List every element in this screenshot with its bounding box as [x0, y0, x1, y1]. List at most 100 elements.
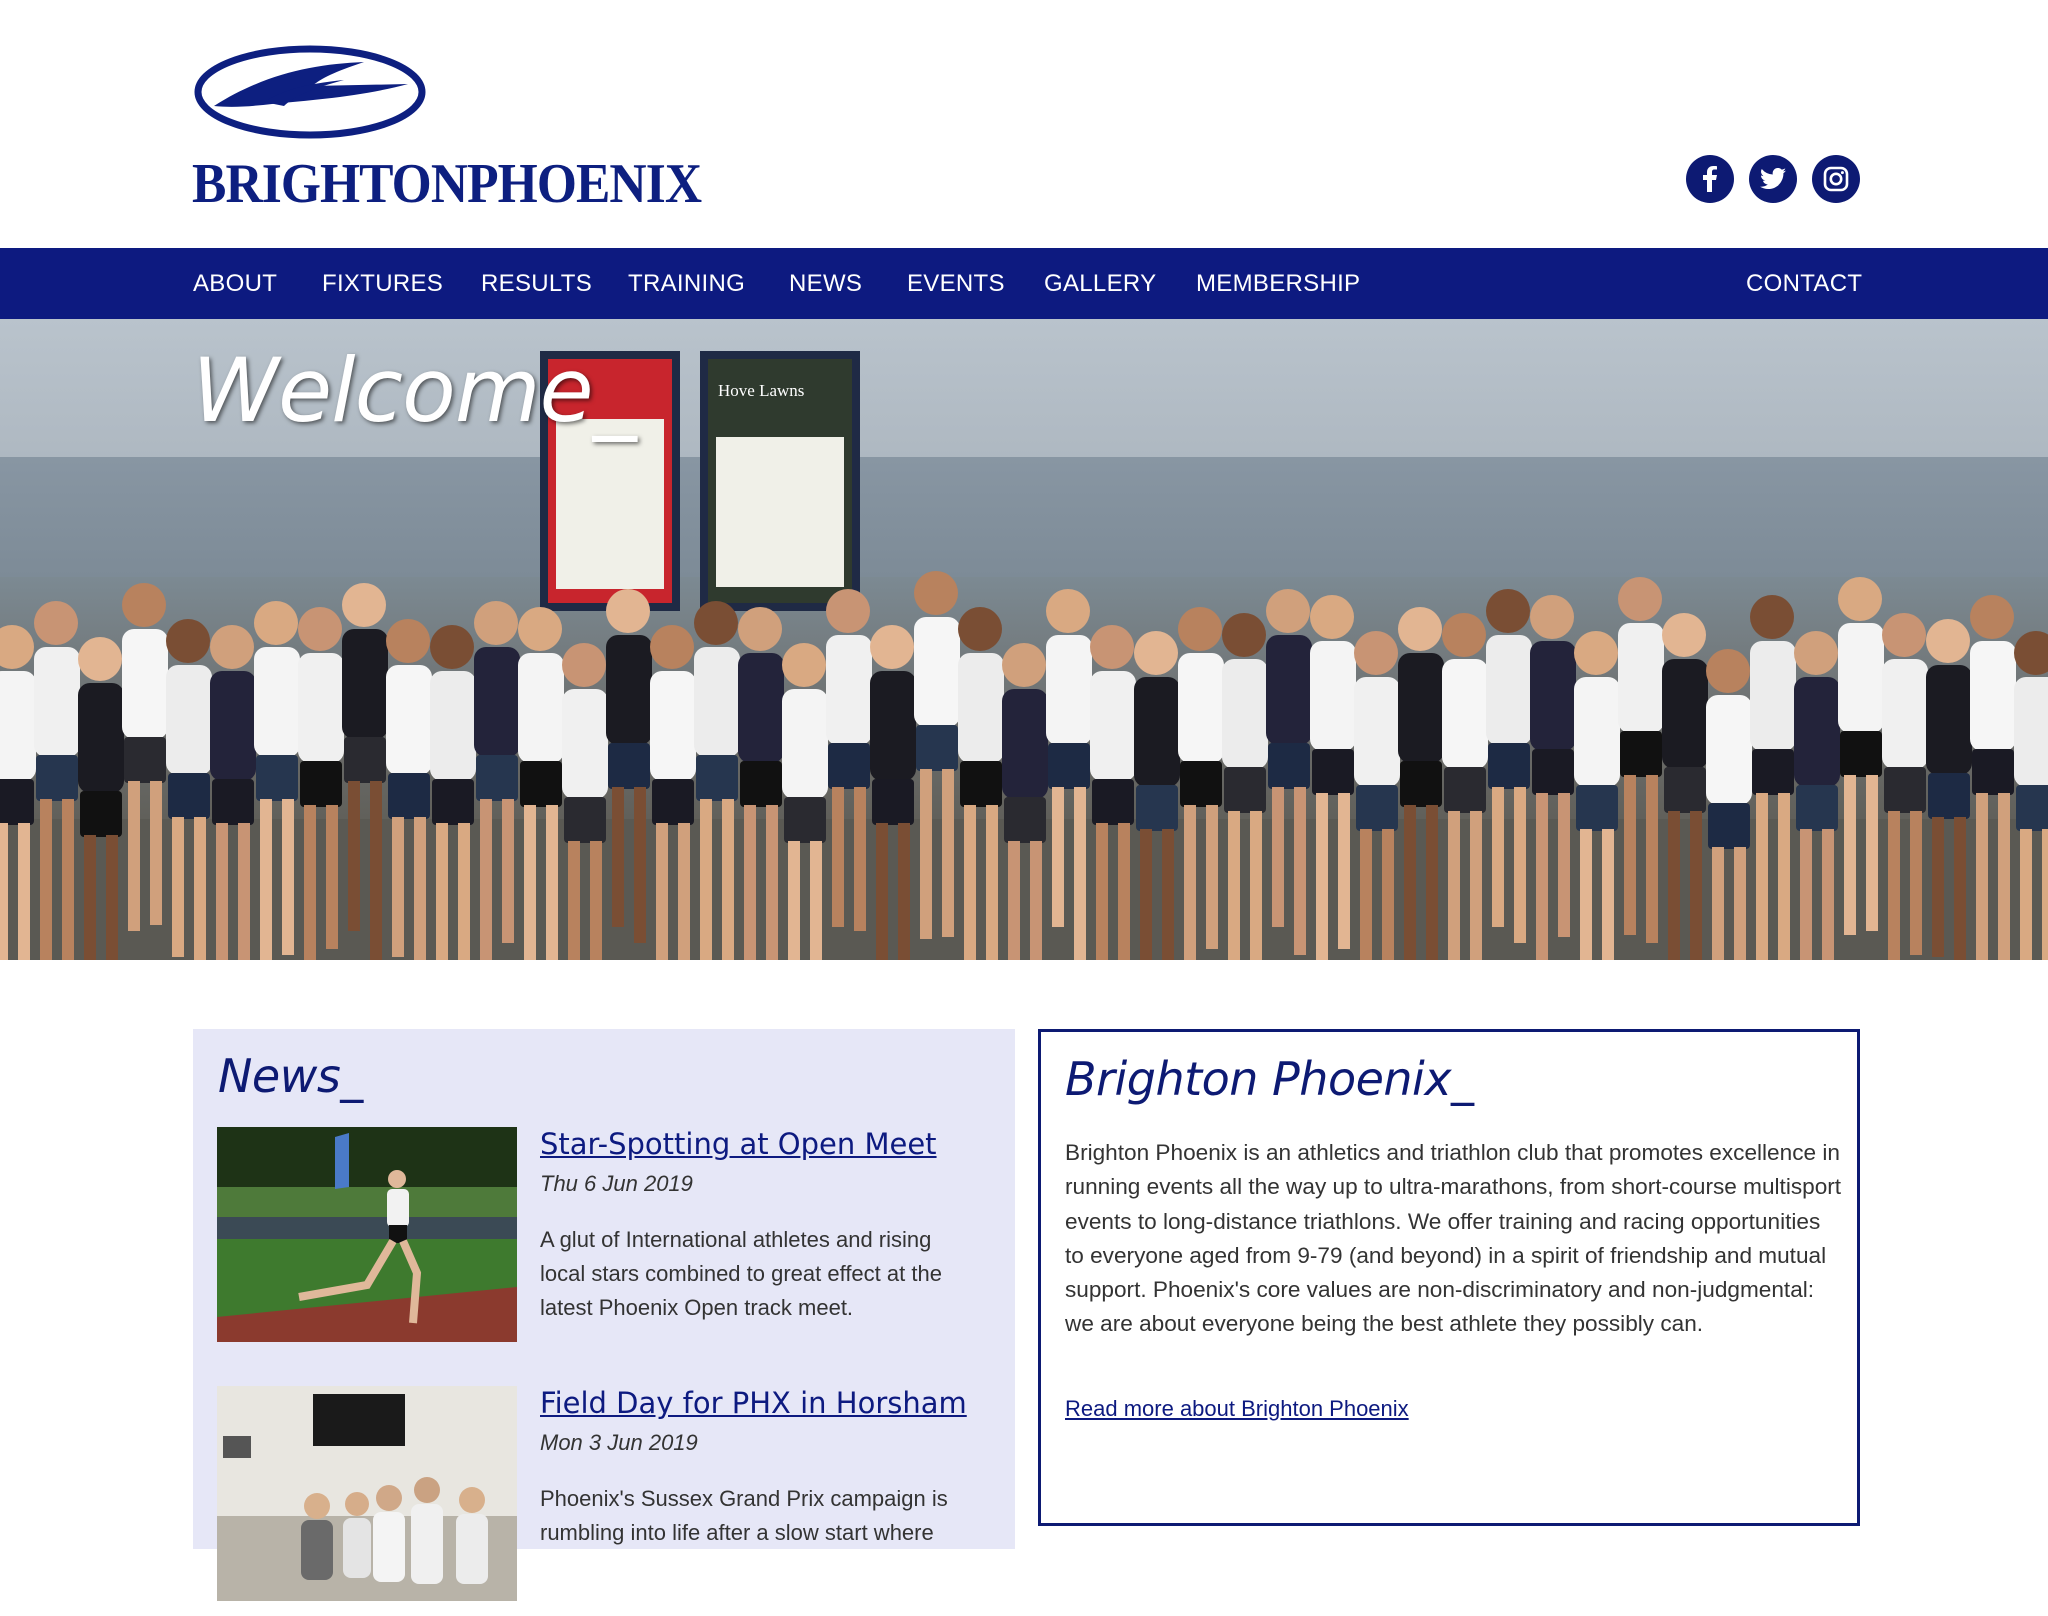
- nav-item-events[interactable]: EVENTS: [907, 248, 1005, 319]
- runner-figure: [1646, 775, 1658, 943]
- runner-figure: [1448, 811, 1460, 960]
- news-item: Star-Spotting at Open Meet Thu 6 Jun 201…: [217, 1127, 997, 1357]
- runner-figure: [106, 835, 118, 960]
- runner-figure: [1266, 635, 1312, 745]
- runner-figure: [166, 665, 212, 775]
- facebook-icon[interactable]: [1686, 155, 1734, 203]
- runner-figure: [480, 799, 492, 960]
- runner-figure: [1178, 607, 1222, 651]
- runner-figure: [342, 629, 388, 739]
- runner-figure: [212, 779, 254, 825]
- runner-figure: [1046, 635, 1092, 745]
- runner-figure: [634, 787, 646, 943]
- runner-figure: [304, 805, 316, 960]
- runner-figure: [898, 823, 910, 960]
- nav-item-results[interactable]: RESULTS: [481, 248, 592, 319]
- runner-figure: [386, 665, 432, 775]
- news-thumbnail-group[interactable]: [217, 1386, 517, 1601]
- runner-figure: [172, 817, 184, 957]
- runner-figure: [590, 841, 602, 960]
- runner-figure: [1442, 613, 1486, 657]
- runner-figure: [1206, 805, 1218, 949]
- runner-figure: [1404, 805, 1416, 960]
- runner-figure: [1558, 793, 1570, 937]
- runner-figure: [1074, 787, 1086, 960]
- runner-figure: [826, 635, 872, 745]
- news-heading: News_: [218, 1049, 363, 1103]
- runner-figure: [738, 607, 782, 651]
- runner-figure: [782, 689, 828, 799]
- runner-figure: [1136, 785, 1178, 831]
- runner-figure: [1272, 787, 1284, 927]
- news-panel: News_ Star-Spotting at Open Meet Thu 6 J…: [193, 1029, 1015, 1601]
- runner-figure: [1398, 607, 1442, 651]
- nav-item-membership[interactable]: MEMBERSHIP: [1196, 248, 1360, 319]
- runner-figure: [1662, 613, 1706, 657]
- nav-item-contact[interactable]: CONTACT: [1746, 248, 1862, 319]
- runner-figure: [810, 841, 822, 960]
- runner-figure: [1008, 841, 1020, 960]
- runner-figure: [832, 787, 844, 927]
- runner-figure: [414, 817, 426, 960]
- runner-figure: [1970, 641, 2016, 751]
- runner-figure: [62, 799, 74, 960]
- instagram-icon[interactable]: [1812, 155, 1860, 203]
- site-header: BRIGHTONPHOENIX: [0, 0, 2048, 248]
- nav-item-news[interactable]: NEWS: [789, 248, 862, 319]
- runner-figure: [2014, 631, 2048, 675]
- runner-figure: [1312, 749, 1354, 795]
- runner-figure: [1004, 797, 1046, 843]
- runner-figure: [1910, 811, 1922, 955]
- runner-figure: [1882, 659, 1928, 769]
- nav-item-about[interactable]: ABOUT: [193, 248, 277, 319]
- runner-figure: [964, 805, 976, 960]
- runner-figure: [298, 607, 342, 651]
- news-headline-link[interactable]: Field Day for PHX in Horsham: [540, 1386, 967, 1420]
- read-more-link[interactable]: Read more about Brighton Phoenix: [1065, 1396, 1409, 1422]
- runner-figure: [608, 743, 650, 789]
- runner-figure: [1178, 653, 1224, 763]
- runner-figure: [300, 761, 342, 807]
- runner-figure: [1708, 803, 1750, 849]
- runner-figure: [1140, 829, 1152, 960]
- runner-figure: [1382, 829, 1394, 960]
- runner-figure: [0, 671, 36, 781]
- runner-figure: [1926, 619, 1970, 663]
- runner-figure: [914, 617, 960, 727]
- twitter-icon[interactable]: [1749, 155, 1797, 203]
- runner-figure: [1092, 779, 1134, 825]
- runner-figure: [194, 817, 206, 960]
- runner-figure: [1134, 631, 1178, 675]
- runner-figure: [854, 787, 866, 931]
- news-headline-link[interactable]: Star-Spotting at Open Meet: [540, 1127, 937, 1161]
- runner-figure: [1778, 793, 1790, 960]
- runner-figure: [128, 781, 140, 931]
- runner-figure: [942, 769, 954, 937]
- runner-figure: [650, 625, 694, 669]
- news-thumbnail-runner[interactable]: [217, 1127, 517, 1342]
- runner-figure: [744, 805, 756, 960]
- nav-item-training[interactable]: TRAINING: [628, 248, 745, 319]
- runner-figure: [18, 823, 30, 960]
- runner-figure: [986, 805, 998, 960]
- runner-figure: [1884, 767, 1926, 813]
- brighton-phoenix-logo[interactable]: BRIGHTONPHOENIX: [192, 44, 702, 215]
- about-heading: Brighton Phoenix_: [1065, 1052, 1474, 1106]
- runner-figure: [872, 779, 914, 825]
- about-panel: Brighton Phoenix_ Brighton Phoenix is an…: [1038, 1029, 1860, 1526]
- runner-figure: [1838, 623, 1884, 733]
- runner-figure: [34, 601, 78, 645]
- runner-figure: [1932, 817, 1944, 957]
- runner-figure: [652, 779, 694, 825]
- runner-figure: [1268, 743, 1310, 789]
- runner-figure: [476, 755, 518, 801]
- nav-item-fixtures[interactable]: FIXTURES: [322, 248, 443, 319]
- runner-figure: [1162, 829, 1174, 960]
- runner-figure: [1794, 631, 1838, 675]
- runner-figure: [1134, 677, 1180, 787]
- runner-figure: [430, 671, 476, 781]
- news-excerpt: Phoenix's Sussex Grand Prix campaign is …: [540, 1486, 948, 1545]
- main-navigation: ABOUT FIXTURES RESULTS TRAINING NEWS EVE…: [0, 248, 2048, 319]
- runner-figure: [150, 781, 162, 925]
- nav-item-gallery[interactable]: GALLERY: [1044, 248, 1156, 319]
